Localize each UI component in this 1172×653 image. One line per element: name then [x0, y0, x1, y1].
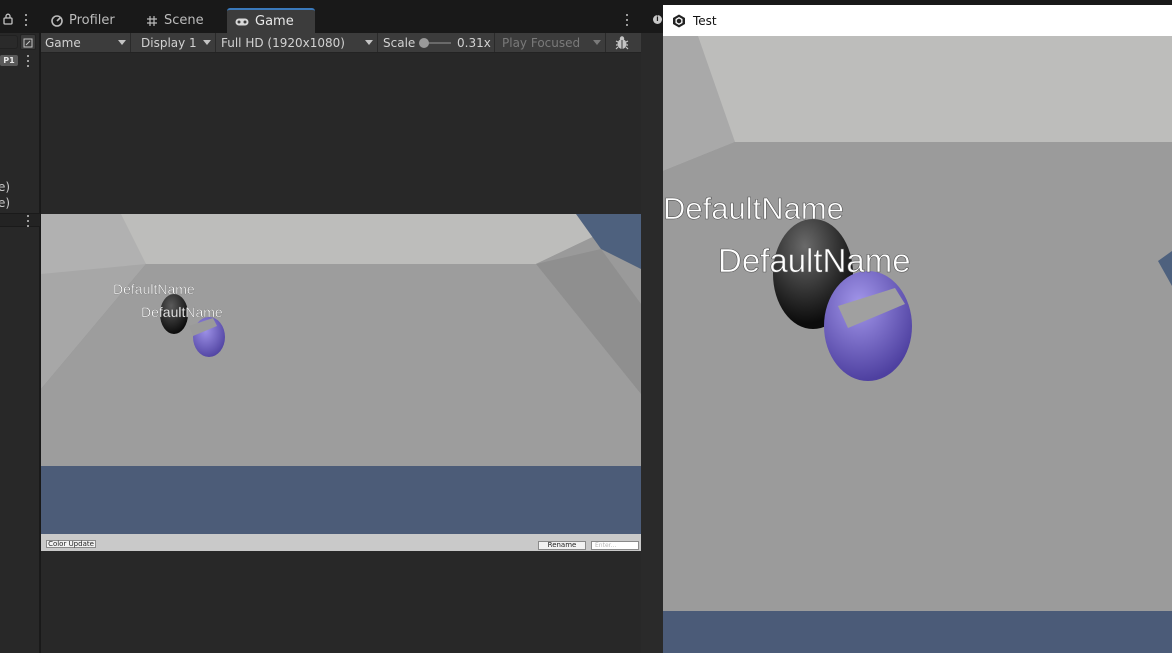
window-title: Test — [693, 13, 717, 28]
build-render: DefaultName DefaultName — [663, 36, 1172, 653]
game-panel: Profiler Scene Game Game Display 1 Full … — [41, 0, 641, 653]
divider-top: i — [641, 0, 663, 33]
scale-control: Scale 0.31x — [379, 33, 495, 52]
inspector-header — [0, 213, 40, 227]
display-label: Display 1 — [141, 35, 197, 50]
lock-icon[interactable] — [3, 13, 13, 25]
chevron-down-icon — [203, 40, 211, 45]
player-nameplate: DefaultName — [718, 242, 911, 279]
player-nameplate: DefaultName — [663, 191, 844, 226]
profiler-icon — [51, 14, 63, 27]
game-viewport[interactable]: DefaultName DefaultName Color Update Ren… — [41, 214, 641, 551]
scale-label: Scale — [383, 35, 416, 50]
hierarchy-panel: P1 e) e) — [0, 0, 40, 653]
resolution-dropdown[interactable]: Full HD (1920x1080) — [217, 33, 378, 52]
player-nameplate: DefaultName — [141, 304, 223, 320]
gamepad-icon — [235, 18, 249, 25]
scale-value: 0.31x — [457, 35, 491, 50]
panel-menu-icon[interactable] — [624, 14, 630, 26]
info-icon[interactable]: i — [653, 15, 662, 24]
game-mode-dropdown[interactable]: Game — [41, 33, 131, 52]
bug-icon — [615, 35, 629, 49]
game-mode-label: Game — [45, 35, 81, 50]
resolution-label: Full HD (1920x1080) — [221, 35, 345, 50]
play-mode-label: Play Focused — [502, 35, 581, 50]
hierarchy-menu-icon[interactable] — [23, 14, 29, 26]
scene-picker-button[interactable] — [20, 34, 36, 50]
display-dropdown[interactable]: Display 1 — [137, 33, 216, 52]
tab-game-label: Game — [255, 14, 294, 29]
chevron-down-icon — [118, 40, 126, 45]
player-menu-icon[interactable] — [25, 55, 31, 67]
player-badge: P1 — [0, 55, 18, 66]
tab-profiler[interactable]: Profiler — [43, 8, 123, 33]
tab-profiler-label: Profiler — [69, 13, 115, 28]
chevron-down-icon — [593, 40, 601, 45]
tab-game[interactable]: Game — [227, 8, 315, 33]
game-render: DefaultName DefaultName — [41, 214, 641, 551]
hierarchy-tabbar — [0, 0, 40, 33]
scene-picker-icon — [23, 38, 33, 48]
scale-slider-handle[interactable] — [419, 38, 429, 48]
debug-button[interactable] — [609, 33, 637, 52]
play-mode-dropdown[interactable]: Play Focused — [498, 33, 606, 52]
panel-divider: i — [641, 0, 663, 653]
build-viewport[interactable]: DefaultName DefaultName — [663, 36, 1172, 653]
inspector-menu-icon[interactable] — [25, 215, 31, 227]
build-player-window: Test DefaultName DefaultName — [663, 5, 1172, 653]
rename-button[interactable]: Rename — [538, 541, 586, 550]
hierarchy-search-input[interactable] — [0, 35, 18, 49]
unity-logo-icon — [673, 14, 685, 27]
scene-grid-icon — [147, 15, 157, 26]
hierarchy-item-label[interactable]: e) — [0, 196, 10, 210]
color-update-button[interactable]: Color Update — [46, 540, 96, 548]
name-input[interactable]: Enter... — [591, 541, 639, 550]
tab-scene[interactable]: Scene — [138, 8, 212, 33]
hierarchy-item-label[interactable]: e) — [0, 180, 10, 194]
game-toolbar: Game Display 1 Full HD (1920x1080) Scale… — [41, 33, 641, 53]
unity-editor: P1 e) e) Profiler Scene Game Game Displa… — [0, 0, 1172, 653]
tab-scene-label: Scene — [164, 13, 204, 28]
tab-bar: Profiler Scene Game — [41, 0, 641, 33]
window-titlebar[interactable]: Test — [663, 5, 1172, 36]
player-nameplate: DefaultName — [113, 281, 195, 297]
chevron-down-icon — [365, 40, 373, 45]
